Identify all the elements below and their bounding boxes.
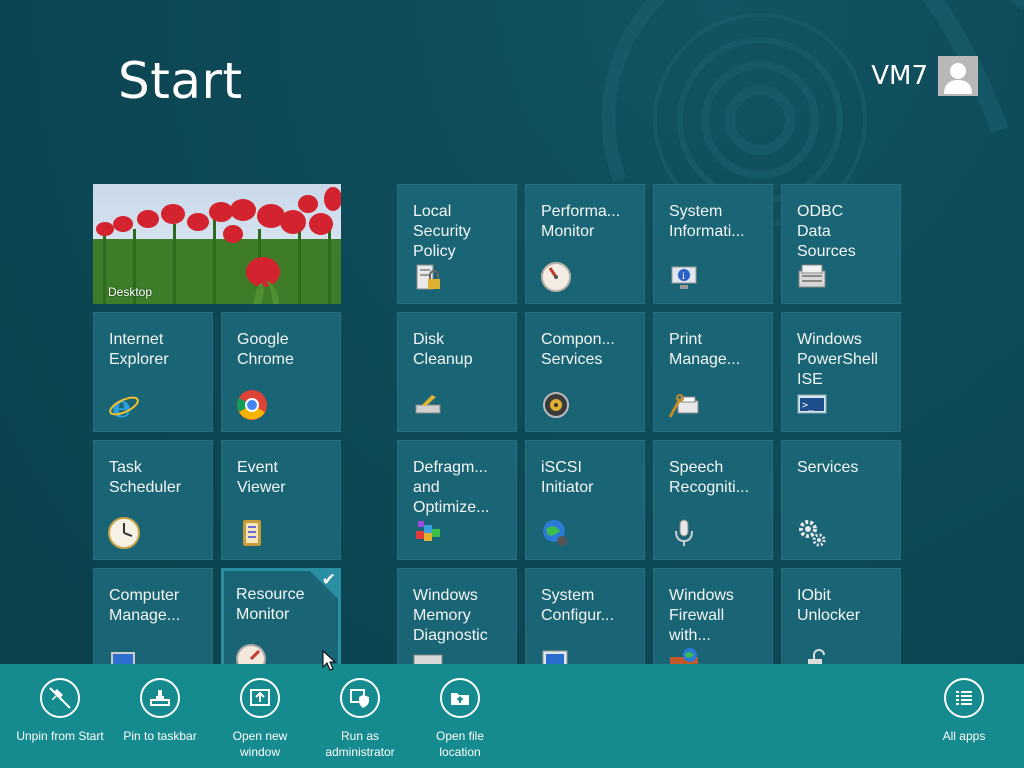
run-as-administrator-button[interactable]: Run as administrator <box>310 678 410 760</box>
tile-windows-powershell-ise[interactable]: Windows PowerShell ISE >_ <box>781 312 901 432</box>
tile-speech-recognition[interactable]: Speech Recogniti... <box>653 440 773 560</box>
tile-component-services[interactable]: Compon... Services <box>525 312 645 432</box>
tile-label: Performa... Monitor <box>541 203 621 240</box>
tile-label: IObit Unlocker <box>797 587 861 624</box>
tile-label: Compon... Services <box>541 331 615 368</box>
tile-label: Windows PowerShell ISE <box>797 331 878 388</box>
tile-odbc-data-sources[interactable]: ODBC Data Sources <box>781 184 901 304</box>
tile-label: Windows Memory Diagnostic <box>413 587 488 644</box>
tile-google-chrome[interactable]: Google Chrome <box>221 312 341 432</box>
command-label: Open new window <box>232 729 288 759</box>
internet-explorer-icon: e <box>109 390 139 421</box>
all-apps-icon <box>944 678 984 718</box>
tile-desktop[interactable]: Desktop <box>93 184 341 304</box>
performance-monitor-icon <box>541 262 571 292</box>
tile-defragment-optimize[interactable]: Defragm... and Optimize... <box>397 440 517 560</box>
tile-label: Task Scheduler <box>109 459 182 496</box>
chrome-icon <box>237 390 267 420</box>
tile-local-security-policy[interactable]: Local Security Policy <box>397 184 517 304</box>
tile-label: Internet Explorer <box>109 331 169 368</box>
tile-iscsi-initiator[interactable]: iSCSI Initiator <box>525 440 645 560</box>
tile-label: Disk Cleanup <box>413 331 473 368</box>
checkmark-icon: ✔ <box>321 570 336 589</box>
tile-label: ODBC Data Sources <box>797 203 856 260</box>
open-file-location-button[interactable]: Open file location <box>410 678 510 760</box>
tile-label: iSCSI Initiator <box>541 459 594 496</box>
gears-icon <box>799 520 826 547</box>
tile-performance-monitor[interactable]: Performa... Monitor <box>525 184 645 304</box>
tile-label: Computer Manage... <box>109 587 181 624</box>
event-viewer-icon <box>243 520 261 546</box>
odbc-icon <box>798 264 826 288</box>
system-information-icon: i <box>671 266 697 289</box>
tile-label: Event Viewer <box>237 459 286 496</box>
tile-label: Desktop <box>108 285 153 299</box>
folder-icon <box>440 678 480 718</box>
unpin-from-start-button[interactable]: Unpin from Start <box>10 678 110 744</box>
pin-to-taskbar-button[interactable]: Pin to taskbar <box>110 678 210 744</box>
tile-label: Google Chrome <box>237 331 294 368</box>
tile-label: Windows Firewall with... <box>669 587 734 644</box>
unpin-icon <box>40 678 80 718</box>
command-label: All apps <box>942 729 986 743</box>
security-policy-icon <box>416 264 440 290</box>
tile-disk-cleanup[interactable]: Disk Cleanup <box>397 312 517 432</box>
component-services-icon <box>543 392 569 418</box>
powershell-icon: >_ <box>797 394 827 414</box>
app-bar: Unpin from Start Pin to taskbar Open new… <box>0 664 1024 768</box>
tile-system-information[interactable]: System Informati... i <box>653 184 773 304</box>
disk-cleanup-icon <box>415 395 441 414</box>
tile-internet-explorer[interactable]: Internet Explorer e <box>93 312 213 432</box>
tile-label: Print Manage... <box>669 331 741 368</box>
iscsi-icon <box>543 520 567 546</box>
tile-label: Speech Recogniti... <box>669 459 750 496</box>
tile-label: Defragm... and Optimize... <box>413 459 490 516</box>
mouse-cursor-icon <box>322 650 337 671</box>
new-window-icon <box>240 678 280 718</box>
tile-services[interactable]: Services <box>781 440 901 560</box>
all-apps-button[interactable]: All apps <box>914 678 1014 744</box>
command-label: Pin to taskbar <box>123 729 197 743</box>
command-label: Open file location <box>435 729 485 759</box>
tile-label: Services <box>797 459 859 476</box>
user-avatar-icon[interactable] <box>938 56 978 96</box>
defrag-icon <box>416 521 440 541</box>
tile-print-management[interactable]: Print Manage... <box>653 312 773 432</box>
command-label: Unpin from Start <box>16 729 104 743</box>
tile-label: Local Security Policy <box>413 203 471 260</box>
tile-label: System Configur... <box>541 587 614 624</box>
user-name[interactable]: VM7 <box>871 61 928 91</box>
svg-text:i: i <box>682 272 685 282</box>
user-account[interactable]: VM7 <box>871 56 978 96</box>
page-title: Start <box>118 52 243 110</box>
tile-event-viewer[interactable]: Event Viewer <box>221 440 341 560</box>
clock-icon <box>108 517 140 549</box>
command-label: Run as administrator <box>325 729 395 759</box>
tile-task-scheduler[interactable]: Task Scheduler <box>93 440 213 560</box>
tile-label: System Informati... <box>669 203 745 240</box>
pin-taskbar-icon <box>140 678 180 718</box>
open-new-window-button[interactable]: Open new window <box>210 678 310 760</box>
microphone-icon <box>675 519 693 546</box>
svg-text:>_: >_ <box>802 400 815 411</box>
print-management-icon <box>668 394 699 418</box>
shield-icon <box>340 678 380 718</box>
